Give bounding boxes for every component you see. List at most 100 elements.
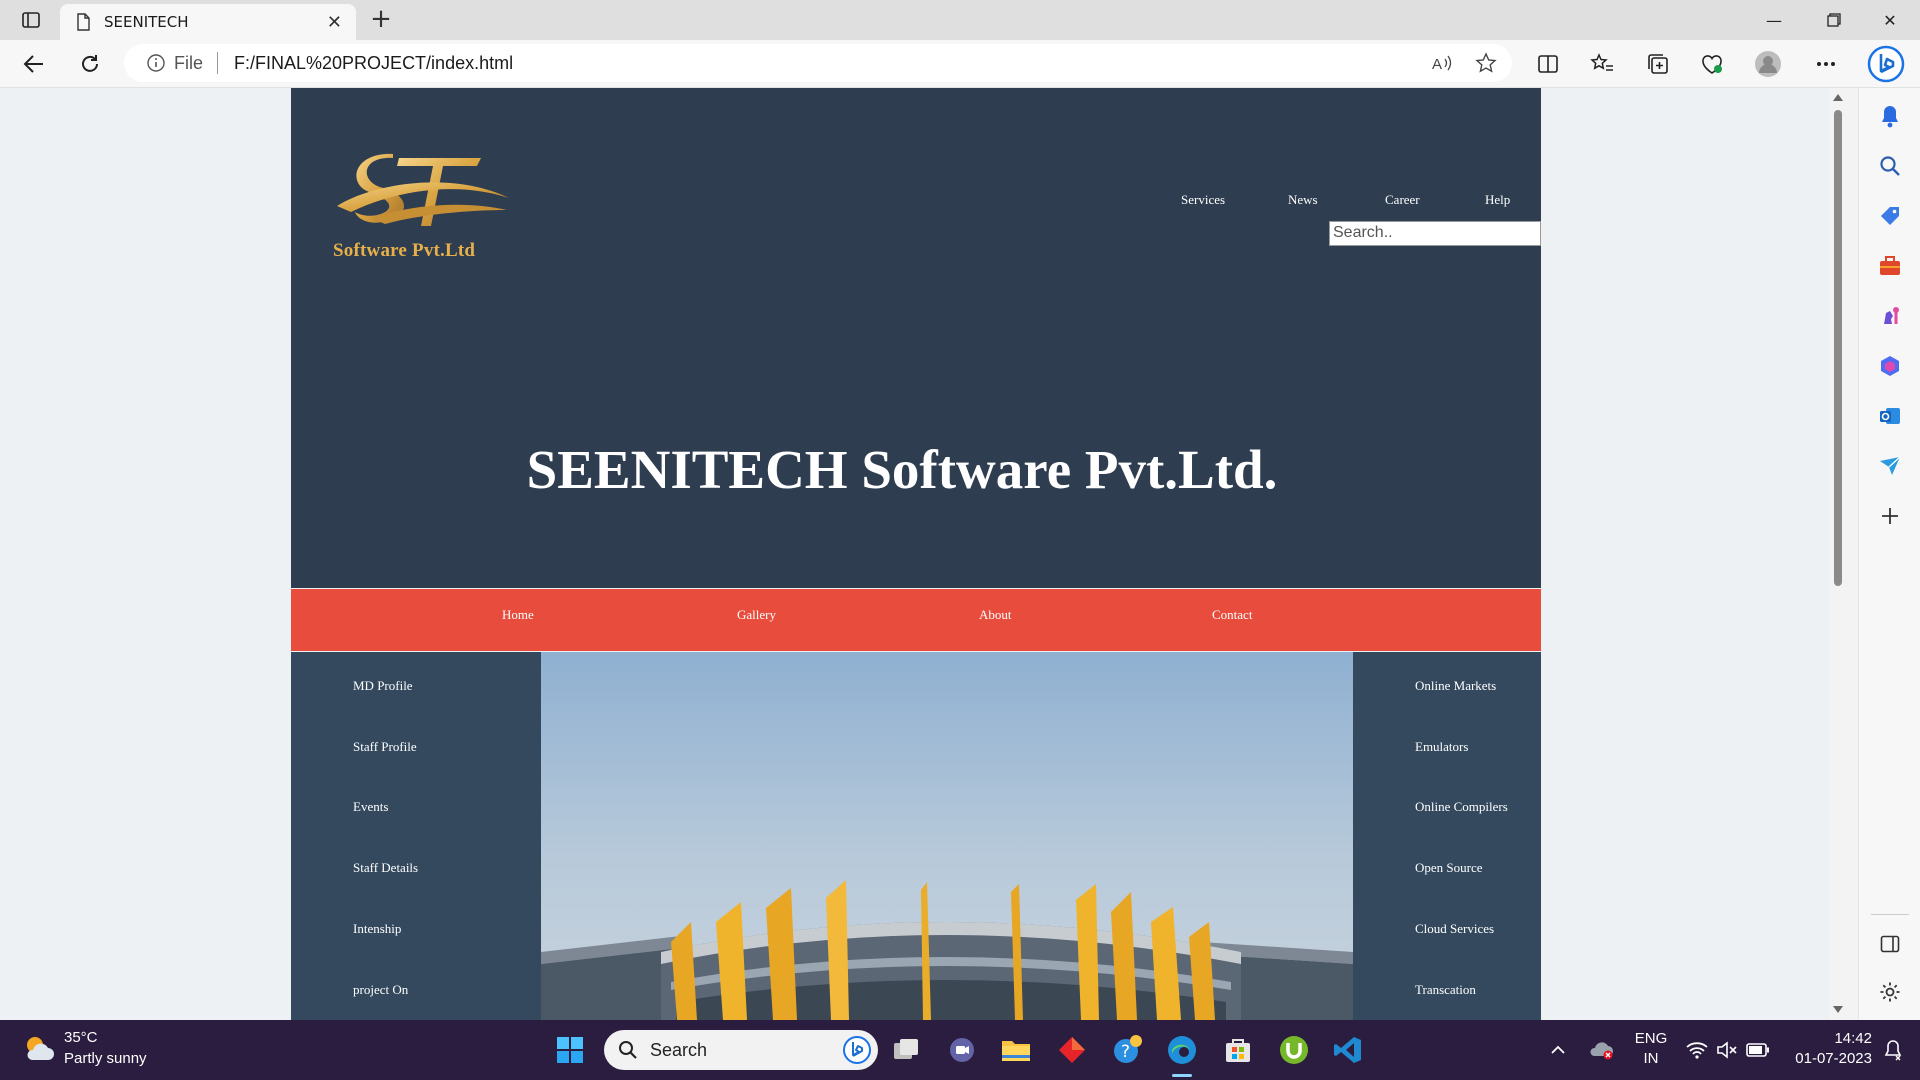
bing-copilot-icon[interactable] [1866, 44, 1906, 84]
language-code[interactable]: ENG [1630, 1030, 1672, 1047]
onedrive-error-icon[interactable] [1588, 1034, 1616, 1066]
close-window-icon[interactable]: ✕ [1862, 0, 1918, 40]
drop-send-icon[interactable] [1876, 452, 1904, 480]
page-icon [77, 13, 90, 31]
task-view-icon[interactable] [890, 1034, 922, 1066]
minimize-icon[interactable]: — [1746, 0, 1802, 40]
address-bar[interactable]: File F:/FINAL%20PROJECT/index.html A [124, 44, 1512, 82]
nav-link-news[interactable]: News [1288, 192, 1318, 208]
start-windows-icon[interactable] [554, 1034, 586, 1066]
right-menu-emulators[interactable]: Emulators [1415, 739, 1468, 755]
close-tab-icon[interactable]: ✕ [327, 12, 342, 33]
utorrent-icon[interactable] [1278, 1034, 1310, 1066]
nav-contact[interactable]: Contact [1212, 607, 1252, 623]
hero-title-text: SEENITECH Software Pvt.Ltd. [526, 439, 1278, 500]
building-photo [541, 652, 1353, 1020]
tab-title: SEENITECH [104, 13, 189, 31]
left-menu-internship[interactable]: Intenship [353, 921, 401, 937]
show-hidden-icons-chevron-icon[interactable] [1546, 1034, 1570, 1066]
right-menu-open-source[interactable]: Open Source [1415, 860, 1483, 876]
file-explorer-icon[interactable] [1000, 1034, 1032, 1066]
tab-actions-icon[interactable] [14, 8, 48, 32]
volume-muted-icon[interactable] [1714, 1034, 1740, 1066]
website: Software Pvt.Ltd Services News Career He… [291, 88, 1541, 1020]
notification-center-icon[interactable] [1878, 1034, 1908, 1066]
info-icon[interactable] [146, 53, 166, 73]
settings-gear-icon[interactable] [1876, 978, 1904, 1006]
games-chess-icon[interactable] [1876, 302, 1904, 330]
svg-text:?: ? [1121, 1042, 1130, 1062]
language-region[interactable]: IN [1630, 1050, 1672, 1067]
profile-avatar-icon[interactable] [1750, 46, 1786, 82]
battery-icon[interactable] [1744, 1034, 1772, 1066]
address-divider [217, 52, 219, 74]
shopping-tag-icon[interactable] [1876, 202, 1904, 230]
right-sidebar: Online Markets Emulators Online Compiler… [1353, 652, 1541, 1020]
scroll-up-icon[interactable] [1833, 94, 1843, 101]
split-screen-icon[interactable] [1530, 46, 1566, 82]
page-scrollbar[interactable] [1830, 88, 1846, 1020]
read-aloud-icon[interactable]: A [1424, 45, 1460, 81]
url-text[interactable]: F:/FINAL%20PROJECT/index.html [234, 53, 1424, 74]
microsoft-store-icon[interactable] [1222, 1034, 1254, 1066]
nav-home[interactable]: Home [502, 607, 534, 623]
browser-essentials-icon[interactable] [1694, 46, 1730, 82]
left-menu-staff-details[interactable]: Staff Details [353, 860, 418, 876]
main-navigation: Home Gallery About Contact [291, 589, 1541, 651]
collections-icon[interactable] [1640, 46, 1676, 82]
active-app-indicator [1172, 1074, 1192, 1077]
search-icon[interactable] [1876, 152, 1904, 180]
right-menu-cloud-services[interactable]: Cloud Services [1415, 921, 1494, 937]
right-menu-online-compilers[interactable]: Online Compilers [1415, 799, 1508, 815]
more-options-icon[interactable] [1808, 46, 1844, 82]
left-sidebar: MD Profile Staff Profile Events Staff De… [291, 652, 541, 1020]
nav-link-help[interactable]: Help [1485, 192, 1510, 208]
add-sidebar-app-icon[interactable] [1876, 502, 1904, 530]
left-menu-staff-profile[interactable]: Staff Profile [353, 739, 417, 755]
browser-tab[interactable]: SEENITECH ✕ [60, 4, 356, 40]
edge-browser-icon[interactable] [1166, 1034, 1198, 1077]
get-help-icon[interactable]: ? [1112, 1034, 1144, 1066]
new-tab-button[interactable]: + [366, 6, 396, 34]
favorite-star-icon[interactable] [1468, 45, 1504, 81]
vscode-icon[interactable] [1332, 1034, 1364, 1066]
back-icon[interactable] [16, 46, 52, 82]
nav-link-services[interactable]: Services [1181, 192, 1225, 208]
notifications-bell-icon[interactable] [1876, 102, 1904, 130]
taskbar-search-label: Search [650, 1039, 708, 1060]
right-menu-transaction[interactable]: Transcation [1415, 982, 1476, 998]
clock-date[interactable]: 01-07-2023 [1782, 1050, 1872, 1067]
nav-link-career[interactable]: Career [1385, 192, 1420, 208]
teams-chat-icon[interactable] [946, 1034, 978, 1066]
browser-toolbar: File F:/FINAL%20PROJECT/index.html A [0, 40, 1920, 88]
tab-strip: SEENITECH ✕ + — ✕ [0, 0, 1920, 40]
taskbar-search-box[interactable]: Search [604, 1030, 878, 1070]
hero-title: SEENITECH Software Pvt.Ltd. [291, 438, 1541, 501]
address-scheme-label: File [174, 52, 204, 73]
microsoft-365-icon[interactable] [1876, 352, 1904, 380]
clock-time[interactable]: 14:42 [1782, 1030, 1872, 1047]
site-search-input[interactable]: Search.. [1329, 221, 1541, 246]
tools-briefcase-icon[interactable] [1876, 252, 1904, 280]
hide-sidebar-icon[interactable] [1876, 930, 1904, 958]
nav-about[interactable]: About [979, 607, 1012, 623]
left-menu-events[interactable]: Events [353, 799, 388, 815]
scroll-down-icon[interactable] [1833, 1006, 1843, 1013]
weather-temperature[interactable]: 35°C [64, 1029, 98, 1046]
left-menu-md-profile[interactable]: MD Profile [353, 678, 413, 694]
refresh-icon[interactable] [72, 46, 108, 82]
bing-icon [843, 1036, 871, 1064]
scroll-thumb[interactable] [1834, 110, 1842, 586]
partly-sunny-icon[interactable] [22, 1032, 56, 1066]
weather-description[interactable]: Partly sunny [64, 1050, 147, 1067]
restore-icon[interactable] [1806, 0, 1862, 40]
right-menu-online-markets[interactable]: Online Markets [1415, 678, 1496, 694]
edge-sidebar [1858, 88, 1920, 1020]
windows-taskbar: 35°C Partly sunny Search ? ENG IN 14:42 … [0, 1020, 1920, 1080]
outlook-icon[interactable] [1876, 402, 1904, 430]
nav-gallery[interactable]: Gallery [737, 607, 776, 623]
app-red-diamond-icon[interactable] [1056, 1034, 1088, 1066]
left-menu-project-on[interactable]: project On [353, 982, 408, 998]
wifi-icon[interactable] [1684, 1034, 1710, 1066]
favorites-icon[interactable] [1584, 46, 1620, 82]
